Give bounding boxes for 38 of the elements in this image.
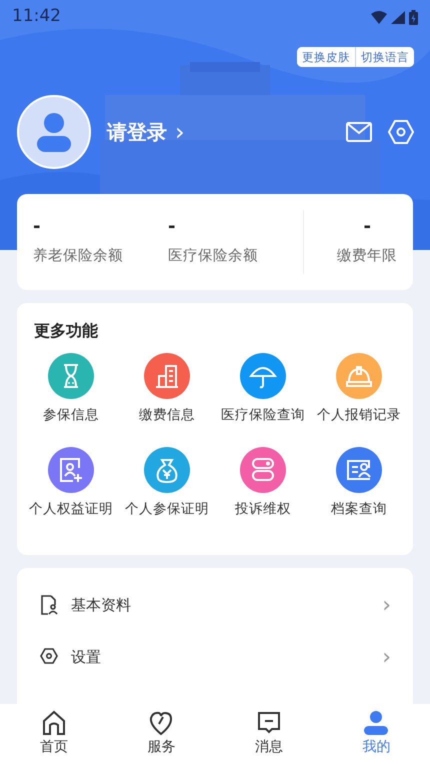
function-item[interactable]: 个人报销记录 — [311, 353, 407, 426]
function-item[interactable]: 个人权益证明 — [23, 447, 119, 520]
tab[interactable]: 消息 — [215, 704, 322, 764]
stat-value: - — [168, 216, 176, 238]
stat-label: 养老保险余额 — [33, 246, 124, 266]
function-item[interactable]: 个人参保证明 — [119, 447, 215, 520]
function-item[interactable]: 医疗保险查询 — [215, 353, 311, 426]
stat-value: - — [33, 216, 42, 238]
home-icon — [40, 710, 67, 736]
settings-icon[interactable] — [388, 120, 414, 144]
tab[interactable]: 首页 — [0, 704, 108, 764]
header-link[interactable]: 切换语言 — [355, 47, 414, 67]
user-icon — [363, 710, 390, 736]
chevron-icon: › — [382, 588, 391, 622]
tab[interactable]: 我的 — [322, 704, 430, 764]
menu-item[interactable]: 设置 › — [17, 631, 413, 683]
login-link[interactable]: 请登录 › — [107, 114, 185, 150]
status-time: 11:42 — [12, 5, 61, 28]
building-icon — [153, 362, 181, 390]
chevron-icon: › — [382, 640, 391, 674]
profile-add-icon — [57, 456, 85, 484]
function-item[interactable]: 投诉维权 — [215, 447, 311, 520]
tab[interactable]: 服务 — [108, 704, 215, 764]
message-icon — [256, 710, 282, 736]
mail-icon[interactable] — [346, 122, 372, 142]
function-item[interactable]: 缴费信息 — [119, 353, 215, 426]
stat-label: 医疗保险余额 — [168, 246, 259, 266]
battery-icon — [409, 10, 418, 24]
function-item[interactable]: 参保信息 — [23, 353, 119, 426]
stat-value: - — [364, 216, 371, 238]
menu-item[interactable]: 基本资料 › — [17, 579, 413, 631]
document-user-icon — [39, 594, 59, 616]
function-item[interactable]: 档案查询 — [311, 447, 407, 520]
wifi-icon — [371, 10, 387, 24]
stat-label: 缴费年限 — [337, 247, 397, 266]
heart-icon — [148, 710, 174, 736]
signal-icon — [391, 10, 405, 24]
section-title: 更多功能 — [33, 320, 99, 342]
